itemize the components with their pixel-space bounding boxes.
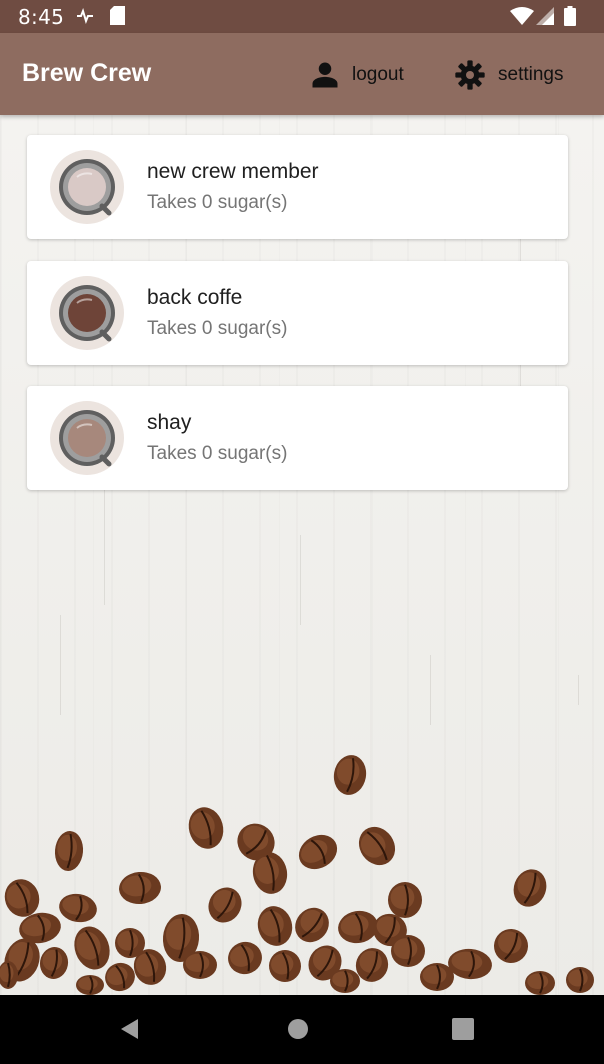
- coffee-bean: [119, 871, 161, 905]
- coffee-bean: [208, 887, 242, 923]
- gear-icon: [455, 60, 485, 90]
- list-item[interactable]: new crew member Takes 0 sugar(s): [27, 135, 568, 239]
- coffee-bean: [298, 834, 338, 870]
- signal-icon: [536, 7, 554, 25]
- activity-icon: [77, 8, 93, 24]
- coffee-bean: [74, 926, 110, 970]
- avatar: [50, 401, 124, 475]
- settings-button[interactable]: settings: [454, 55, 563, 95]
- coffee-bean: [525, 971, 555, 995]
- coffee-bean: [257, 906, 293, 946]
- app-bar: Brew Crew logout settings: [0, 33, 604, 115]
- coffee-bean: [391, 935, 425, 967]
- coffee-beans-image: [0, 755, 594, 995]
- coffee-bean: [105, 962, 135, 992]
- crew-sugar: Takes 0 sugar(s): [147, 443, 288, 464]
- coffee-bean: [333, 755, 367, 795]
- avatar: [50, 276, 124, 350]
- coffee-bean: [295, 907, 329, 943]
- coffee-bean: [566, 967, 594, 993]
- crew-name: new crew member: [147, 160, 319, 183]
- status-bar: 8:45: [0, 0, 604, 33]
- list-item[interactable]: shay Takes 0 sugar(s): [27, 386, 568, 490]
- coffee-bean: [39, 947, 69, 979]
- logout-label: logout: [352, 64, 404, 85]
- status-time: 8:45: [18, 5, 65, 29]
- coffee-cup-icon: [59, 285, 115, 342]
- coffee-bean: [59, 893, 97, 923]
- wifi-icon: [510, 7, 534, 25]
- coffee-bean: [228, 941, 262, 975]
- coffee-bean: [420, 963, 454, 991]
- coffee-bean: [269, 950, 301, 982]
- sd-card-icon: [110, 6, 125, 25]
- coffee-bean: [358, 826, 396, 866]
- coffee-bean: [388, 882, 422, 918]
- avatar: [50, 150, 124, 224]
- back-icon[interactable]: [118, 1017, 142, 1041]
- coffee-bean: [513, 869, 547, 907]
- home-icon[interactable]: [286, 1017, 310, 1041]
- crew-sugar: Takes 0 sugar(s): [147, 318, 288, 339]
- settings-label: settings: [498, 64, 564, 85]
- page-title: Brew Crew: [22, 59, 152, 87]
- coffee-bean: [330, 969, 360, 993]
- logout-button[interactable]: logout: [310, 55, 404, 95]
- crew-list-background: new crew member Takes 0 sugar(s) back co…: [0, 115, 604, 995]
- coffee-bean: [494, 929, 528, 963]
- recents-icon[interactable]: [451, 1017, 475, 1041]
- navigation-bar: [0, 995, 604, 1064]
- person-icon: [312, 62, 338, 88]
- coffee-bean: [76, 975, 104, 995]
- battery-icon: [564, 6, 576, 26]
- coffee-bean: [183, 951, 217, 979]
- crew-name: back coffe: [147, 286, 243, 309]
- coffee-cup-icon: [59, 410, 115, 467]
- crew-name: shay: [147, 411, 192, 434]
- crew-sugar: Takes 0 sugar(s): [147, 192, 288, 213]
- list-item[interactable]: back coffe Takes 0 sugar(s): [27, 261, 568, 365]
- coffee-cup-icon: [59, 159, 115, 216]
- coffee-bean: [54, 831, 84, 871]
- coffee-bean: [188, 807, 224, 849]
